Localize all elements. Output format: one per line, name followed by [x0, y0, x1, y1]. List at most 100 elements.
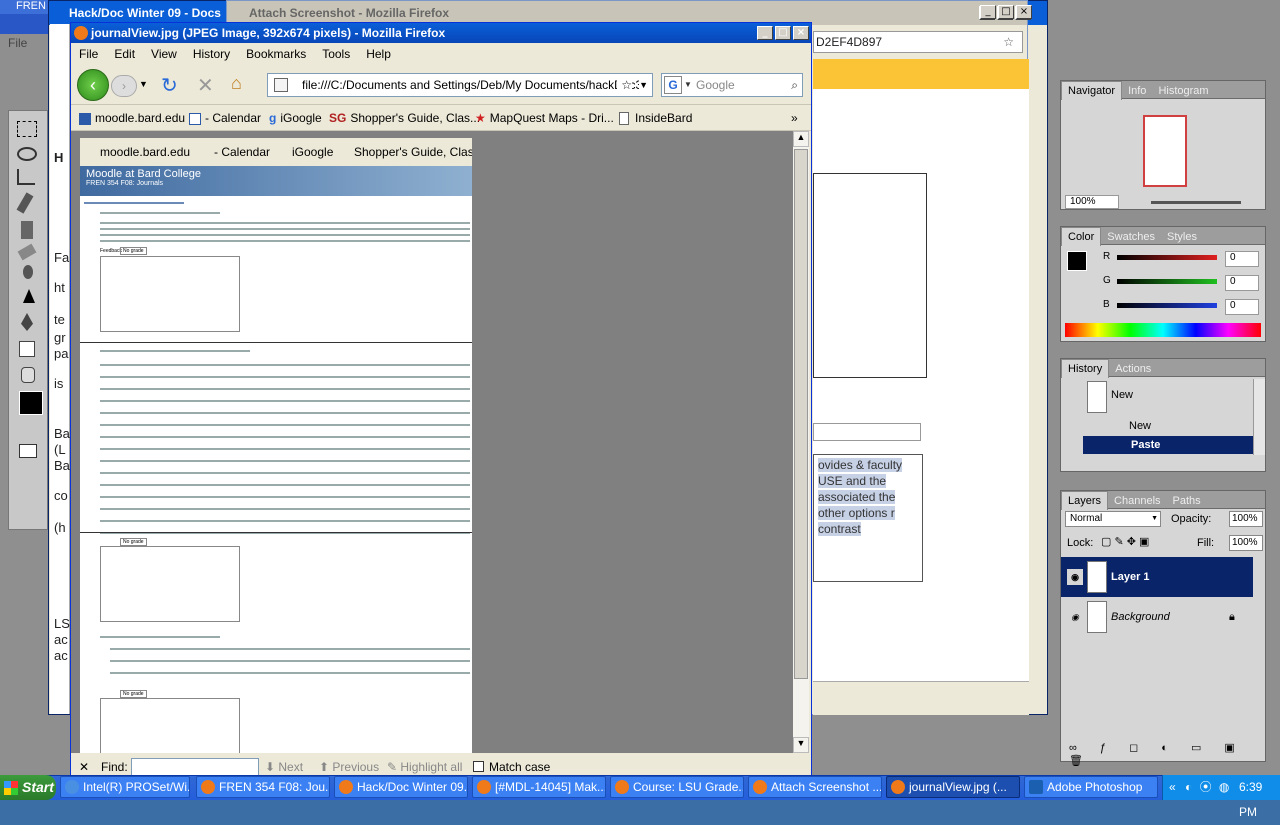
b-value[interactable]: 0: [1225, 299, 1259, 315]
notes-tool-icon[interactable]: [19, 341, 35, 357]
g-value[interactable]: 0: [1225, 275, 1259, 291]
layer-row-layer1[interactable]: ◉ Layer 1: [1061, 557, 1253, 597]
tab-paths[interactable]: Paths: [1167, 492, 1207, 510]
attach-urlbar-fragment[interactable]: D2EF4D897 ☆: [813, 31, 1023, 53]
home-icon[interactable]: ⌂: [231, 73, 242, 94]
summary-input[interactable]: [813, 423, 921, 441]
bookmark-mapquest[interactable]: ★ MapQuest Maps - Dri...: [475, 105, 614, 131]
navigator-zoom[interactable]: 100%: [1065, 195, 1119, 209]
history-item-paste[interactable]: Paste: [1083, 436, 1253, 454]
menu-edit[interactable]: Edit: [106, 43, 143, 65]
eye-icon[interactable]: ◉: [1067, 569, 1083, 585]
tab-actions[interactable]: Actions: [1109, 360, 1157, 378]
match-case-checkbox[interactable]: [473, 761, 484, 772]
tab-navigator[interactable]: Navigator: [1061, 81, 1123, 100]
engine-dropdown-icon[interactable]: ▼: [684, 74, 692, 96]
fill-field[interactable]: 100%: [1229, 535, 1263, 551]
scroll-up-icon[interactable]: ▲: [793, 131, 809, 147]
history-dropdown-icon[interactable]: ▼: [139, 79, 148, 89]
find-close-icon[interactable]: ✕: [79, 757, 89, 777]
history-scrollbar[interactable]: [1253, 379, 1265, 455]
b-slider[interactable]: [1117, 303, 1217, 308]
pen-tool-icon[interactable]: [21, 313, 33, 331]
zoom-slider[interactable]: [1151, 201, 1241, 204]
description-textarea[interactable]: ovides & faculty USE and the associated …: [813, 454, 923, 582]
taskbar-item[interactable]: Course: LSU Grade...: [610, 776, 744, 798]
start-button[interactable]: Start: [0, 775, 56, 800]
bookmarks-overflow-icon[interactable]: »: [791, 105, 798, 131]
menu-tools[interactable]: Tools: [314, 43, 358, 65]
bookmark-shoppers-guide[interactable]: SG Shopper's Guide, Clas...: [329, 105, 480, 131]
back-button[interactable]: ‹: [77, 69, 109, 101]
tab-swatches[interactable]: Swatches: [1101, 228, 1161, 246]
bookmark-calendar[interactable]: - Calendar: [189, 105, 261, 131]
vertical-scrollbar[interactable]: ▲ ▼: [793, 131, 809, 753]
find-next-button[interactable]: ⬇ Next: [265, 757, 303, 777]
firefox-titlebar[interactable]: journalView.jpg (JPEG Image, 392x674 pix…: [71, 23, 811, 43]
taskbar-item[interactable]: [#MDL-14045] Mak...: [472, 776, 606, 798]
scroll-thumb[interactable]: [794, 149, 808, 679]
opacity-field[interactable]: 100%: [1229, 511, 1263, 527]
minimize-button[interactable]: _: [757, 26, 773, 40]
tab-color[interactable]: Color: [1061, 227, 1102, 246]
tray-expand-icon[interactable]: «: [1169, 775, 1176, 800]
move-tool-icon[interactable]: [23, 289, 35, 303]
find-input[interactable]: [131, 758, 259, 776]
url-dropdown-icon[interactable]: ▼: [639, 74, 648, 96]
history-snapshot[interactable]: New: [1061, 379, 1253, 415]
marquee-tool-icon[interactable]: [17, 121, 37, 137]
tab-history[interactable]: History: [1061, 359, 1110, 378]
search-box[interactable]: G ▼ Google ⌕: [661, 73, 803, 97]
foreground-swatch[interactable]: [1067, 251, 1087, 271]
url-bar[interactable]: file:///C:/Documents and Settings/Deb/My…: [267, 73, 653, 97]
taskbar-item-active[interactable]: journalView.jpg (...: [886, 776, 1020, 798]
foreground-color-swatch[interactable]: [19, 391, 43, 415]
tray-app-icons[interactable]: ◐ ⦿ ◍: [1185, 775, 1231, 800]
bookmark-moodle[interactable]: moodle.bard.edu: [79, 105, 185, 131]
bg-maximize-button[interactable]: □: [998, 5, 1014, 19]
tab-channels[interactable]: Channels: [1108, 492, 1166, 510]
tab-histogram[interactable]: Histogram: [1152, 82, 1214, 100]
r-slider[interactable]: [1117, 255, 1217, 260]
taskbar-item[interactable]: Attach Screenshot ...: [748, 776, 882, 798]
highlight-all-button[interactable]: ✎ Highlight all: [387, 757, 462, 777]
close-button[interactable]: ×: [793, 26, 809, 40]
layer-row-background[interactable]: ◉ Background 🔒︎: [1061, 597, 1253, 637]
google-engine-icon[interactable]: G: [664, 76, 682, 94]
stop-icon[interactable]: ✕: [197, 73, 214, 98]
taskbar-item[interactable]: Intel(R) PROSet/Wi...: [60, 776, 190, 798]
reload-icon[interactable]: ↻: [161, 73, 178, 98]
drop-tool-icon[interactable]: [23, 265, 33, 279]
bookmark-igoogle[interactable]: g iGoogle: [269, 105, 322, 131]
taskbar-item[interactable]: Hack/Doc Winter 09...: [334, 776, 468, 798]
menu-view[interactable]: View: [143, 43, 185, 65]
tab-layers[interactable]: Layers: [1061, 491, 1109, 510]
forward-button[interactable]: ›: [111, 75, 137, 97]
spectrum-bar[interactable]: [1065, 323, 1261, 337]
blend-mode-select[interactable]: Normal ▼: [1065, 511, 1161, 527]
taskbar-item[interactable]: FREN 354 F08: Jou...: [196, 776, 330, 798]
bg-close-button[interactable]: ×: [1016, 5, 1032, 19]
quickmask-icon[interactable]: [19, 444, 37, 458]
tab-info[interactable]: Info: [1122, 82, 1152, 100]
eye-icon[interactable]: ◉: [1067, 609, 1083, 625]
bg-minimize-button[interactable]: _: [980, 5, 996, 19]
maximize-button[interactable]: □: [775, 26, 791, 40]
tab-styles[interactable]: Styles: [1161, 228, 1203, 246]
menu-help[interactable]: Help: [358, 43, 399, 65]
bookmark-insidebard[interactable]: InsideBard: [619, 105, 692, 131]
stamp-tool-icon[interactable]: [21, 221, 33, 239]
menu-file[interactable]: File: [71, 43, 106, 65]
r-value[interactable]: 0: [1225, 251, 1259, 267]
find-previous-button[interactable]: ⬆ Previous: [319, 757, 379, 777]
lock-icons[interactable]: ▢ ✎ ✥ ▣: [1101, 535, 1149, 548]
hand-tool-icon[interactable]: [21, 367, 35, 383]
star-icon[interactable]: ☆: [617, 74, 632, 96]
g-slider[interactable]: [1117, 279, 1217, 284]
search-icon[interactable]: ⌕: [791, 74, 798, 96]
menu-bookmarks[interactable]: Bookmarks: [238, 43, 314, 65]
eraser-tool-icon[interactable]: [17, 243, 37, 261]
lasso-tool-icon[interactable]: [17, 147, 37, 161]
brush-tool-icon[interactable]: [16, 192, 34, 214]
scroll-down-icon[interactable]: ▼: [793, 737, 809, 753]
